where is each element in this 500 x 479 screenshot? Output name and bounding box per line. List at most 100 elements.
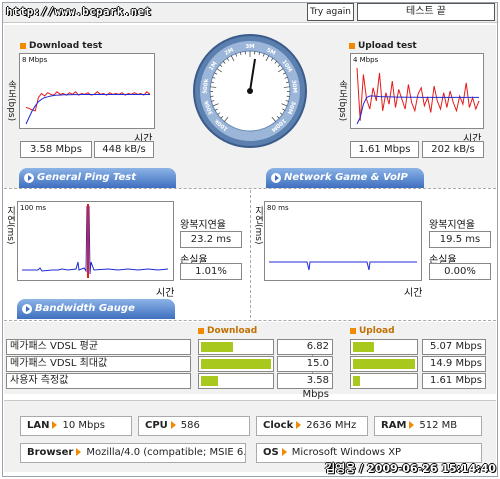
gauge-download-bar [198, 339, 274, 355]
triangle-icon [281, 448, 287, 456]
end-test-button[interactable]: 테스트 끝 [357, 3, 495, 21]
gauge-download-header: Download [198, 326, 257, 336]
browser-label: Browser [27, 447, 74, 458]
gauge-upload-fill [353, 376, 360, 386]
ping-rtt-value: 23.2 ms [180, 231, 242, 248]
upload-blue-line [356, 95, 479, 125]
try-again-button[interactable]: Try again [307, 3, 354, 21]
bullet-icon [349, 42, 355, 49]
game-rtt-value: 19.5 ms [429, 231, 491, 248]
gauge-upload-value: 1.61 Mbps [422, 373, 486, 389]
tab-bandwidth-gauge-label: Bandwidth Gauge [35, 303, 135, 314]
download-y-label: 속도(bps) [6, 80, 16, 122]
gauge-upload-value: 14.9 Mbps [422, 356, 486, 372]
os-label: OS [263, 447, 279, 458]
gauge-upload-fill [353, 342, 374, 352]
lan-label: LAN [27, 420, 50, 431]
download-title-text: Download test [29, 41, 103, 51]
gauge-upload-bar [350, 356, 418, 372]
cpu-value: 586 [180, 420, 200, 431]
triangle-icon [409, 421, 415, 429]
clock-info: Clock 2636 MHz [256, 416, 368, 436]
arrow-icon [271, 173, 281, 183]
game-loss-value: 0.00% [429, 263, 491, 280]
gauge-row-label: 사용자 측정값 [6, 373, 191, 389]
gauge-upload-bar [350, 373, 418, 389]
gauge-download-value: 15.0 Mbps [277, 356, 333, 383]
gauge-upload-bar [350, 339, 418, 355]
download-blue-line [25, 94, 150, 125]
divider [4, 188, 496, 189]
upload-chart: 4 Mbps [350, 53, 484, 129]
ram-info: RAM 512 MB [374, 416, 482, 436]
upload-chart-svg [356, 67, 480, 125]
download-chart-svg [25, 91, 151, 125]
upload-y-label: 속도(bps) [337, 80, 347, 122]
game-x-label: 시간 [404, 288, 423, 299]
game-rtt-label: 왕복지연율 [429, 220, 475, 231]
speedometer: 100k300k500k1M2M3M5M10M30M50M100M [193, 34, 307, 148]
ping-x-label: 시간 [156, 288, 175, 299]
cpu-info: CPU 586 [138, 416, 250, 436]
clock-label: Clock [263, 420, 294, 431]
arrow-icon [24, 173, 34, 183]
ping-series-line [22, 205, 169, 275]
browser-value: Mozilla/4.0 (compatible; MSIE 6.0 [86, 447, 246, 458]
os-value: Microsoft Windows XP [291, 447, 402, 458]
upload-title-text: Upload test [358, 41, 417, 51]
triangle-icon [296, 421, 302, 429]
gauge-upload-header: Upload [350, 326, 395, 336]
game-chart-svg [269, 261, 417, 271]
gauge-upload-header-text: Upload [359, 326, 395, 336]
ping-rtt-label: 왕복지연율 [180, 220, 226, 231]
cpu-label: CPU [145, 420, 168, 431]
speedometer-tick-label: 3M [245, 44, 254, 50]
gauge-download-fill [201, 342, 233, 352]
bullet-icon [20, 42, 26, 49]
tab-bandwidth-gauge[interactable]: Bandwidth Gauge [17, 299, 175, 319]
arrow-icon [22, 304, 32, 314]
download-title: Download test [20, 41, 102, 51]
tab-general-ping[interactable]: General Ping Test [19, 168, 176, 188]
lan-value: 10 Mbps [62, 420, 105, 431]
upload-red-line [356, 67, 480, 121]
ping-loss-value: 1.01% [180, 263, 242, 280]
bullet-icon [198, 327, 204, 334]
download-mbps: 3.58 Mbps [20, 141, 92, 158]
site-url: http://www.bcpark.net [6, 5, 152, 18]
gauge-download-header-text: Download [207, 326, 258, 336]
upload-title: Upload test [349, 41, 417, 51]
gauge-download-bar [198, 373, 274, 389]
gauge-row-label: 메가패스 VDSL 최대값 [6, 356, 191, 372]
triangle-icon [52, 421, 58, 429]
divider [4, 320, 496, 321]
game-chart: 80 ms [264, 201, 422, 281]
tab-network-game[interactable]: Network Game & VoIP Test [266, 168, 424, 203]
gauge-download-value: 6.82 Mbps [277, 339, 333, 366]
gauge-download-fill [201, 376, 218, 386]
user-timestamp: 김영웅 / 2009-06-26 15:14:40 [325, 462, 496, 475]
speedometer-hub [247, 88, 253, 94]
gauge-download-bar [198, 356, 274, 372]
triangle-icon [76, 448, 82, 456]
gauge-upload-value: 5.07 Mbps [422, 339, 486, 355]
gauge-download-value: 3.58 Mbps [277, 373, 333, 400]
tab-general-ping-label: General Ping Test [37, 172, 137, 183]
upload-kbs: 202 kB/s [422, 141, 484, 158]
ping-chart: 100 ms [17, 201, 174, 281]
divider [250, 190, 251, 318]
ping-y-label: 지연(ms) [5, 206, 15, 245]
gauge-download-fill [201, 359, 271, 369]
ram-value: 512 MB [419, 420, 458, 431]
gauge-row-label: 메가패스 VDSL 평균 [6, 339, 191, 355]
bullet-icon [350, 327, 356, 334]
clock-value: 2636 MHz [306, 420, 357, 431]
triangle-icon [170, 421, 176, 429]
game-series-line [269, 261, 417, 271]
download-chart: 8 Mbps [19, 53, 155, 129]
lan-info: LAN 10 Mbps [20, 416, 132, 436]
ram-label: RAM [381, 420, 407, 431]
ping-chart-svg [22, 204, 169, 278]
upload-mbps: 1.61 Mbps [350, 141, 419, 158]
gauge-upload-fill [353, 359, 415, 369]
